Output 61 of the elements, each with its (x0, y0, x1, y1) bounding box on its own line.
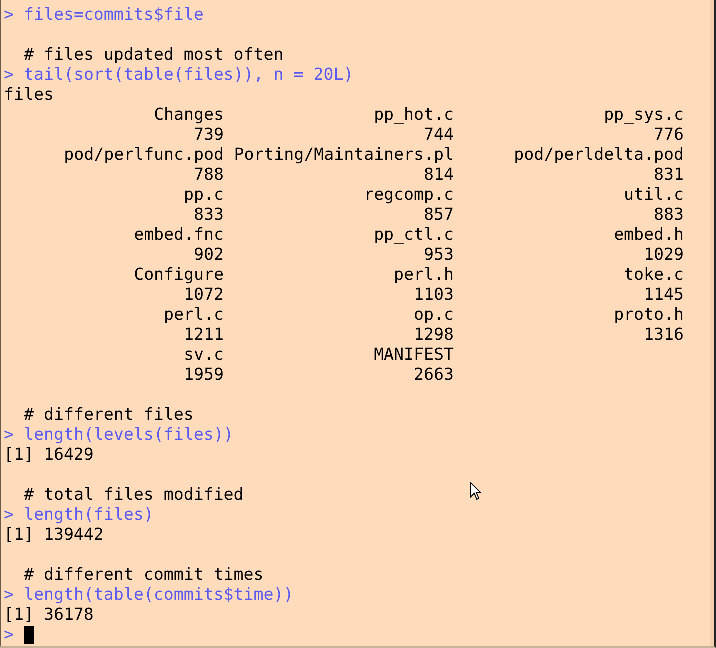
file-count: 857 (423, 205, 454, 225)
file-count: 814 (423, 165, 454, 185)
file-name: perl.c (163, 305, 224, 325)
file-count: 831 (653, 165, 684, 185)
file-count: 776 (653, 125, 684, 145)
file-name: pod/perlfunc.pod (63, 145, 224, 165)
prompt-symbol: > (4, 625, 15, 645)
file-name: pod/perldelta.pod (513, 145, 684, 165)
file-name: pp_sys.c (603, 105, 684, 125)
comment-text: # files updated most often (24, 45, 284, 65)
command-text: length(levels(files)) (24, 425, 234, 445)
prompt-symbol: > (4, 505, 15, 525)
prompt-symbol: > (4, 65, 15, 85)
file-count: 1316 (643, 325, 684, 345)
file-count: 788 (193, 165, 224, 185)
file-count: 1103 (413, 285, 454, 305)
file-count: 1029 (643, 245, 684, 265)
output-text: [1] 139442 (4, 525, 104, 545)
file-count: 883 (653, 205, 684, 225)
comment-text: # different files (24, 405, 194, 425)
prompt-symbol: > (4, 585, 15, 605)
file-name: embed.fnc (133, 225, 224, 245)
file-count: 2663 (413, 365, 454, 385)
file-name: Configure (133, 265, 224, 285)
file-name: op.c (413, 305, 454, 325)
prompt-symbol: > (4, 5, 15, 25)
file-name: util.c (623, 185, 684, 205)
output-text: [1] 16429 (4, 445, 94, 465)
comment-text: # different commit times (24, 565, 264, 585)
file-name: Changes (153, 105, 224, 125)
file-count: 744 (423, 125, 454, 145)
command-text: files=commits$file (24, 5, 204, 25)
file-name: sv.c (183, 345, 224, 365)
file-count: 1211 (183, 325, 224, 345)
file-count: 739 (193, 125, 224, 145)
file-count: 1959 (183, 365, 224, 385)
mouse-pointer-icon (470, 482, 482, 501)
file-count: 902 (193, 245, 224, 265)
file-name: regcomp.c (363, 185, 454, 205)
text-cursor (24, 626, 34, 644)
file-name: Porting/Maintainers.pl (233, 145, 454, 165)
file-name: pp_hot.c (373, 105, 454, 125)
command-text: length(files) (24, 505, 154, 525)
command-text: length(table(commits$time)) (24, 585, 294, 605)
file-count: 953 (423, 245, 454, 265)
prompt-symbol: > (4, 425, 15, 445)
comment-text: # total files modified (24, 485, 244, 505)
file-name: MANIFEST (373, 345, 454, 365)
file-name: pp.c (183, 185, 224, 205)
output-text: files (4, 85, 54, 105)
file-count: 1298 (413, 325, 454, 345)
file-name: toke.c (623, 265, 684, 285)
file-count: 833 (193, 205, 224, 225)
file-count: 1145 (643, 285, 684, 305)
file-name: pp_ctl.c (373, 225, 454, 245)
file-name: proto.h (613, 305, 684, 325)
output-text: [1] 36178 (4, 605, 94, 625)
file-count: 1072 (183, 285, 224, 305)
file-name: perl.h (393, 265, 454, 285)
file-name: embed.h (613, 225, 684, 245)
command-text: tail(sort(table(files)), n = 20L) (24, 65, 354, 85)
